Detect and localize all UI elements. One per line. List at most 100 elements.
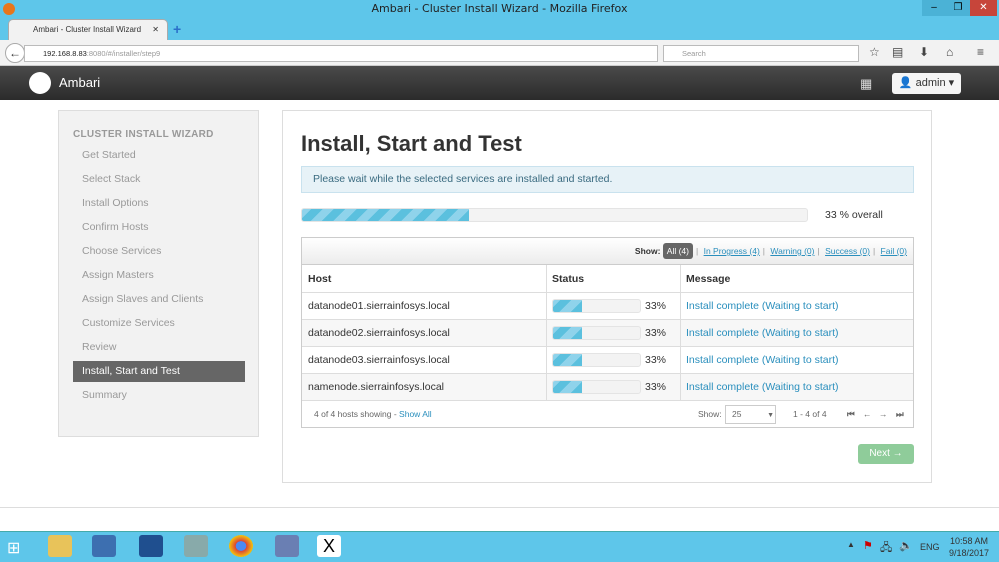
filter-success[interactable]: Success (0) [825,246,870,256]
table-header-row: Host Status Message [302,265,913,293]
clock[interactable]: 10:58 AM 9/18/2017 [946,535,992,559]
filter-all[interactable]: All (4) [662,243,693,259]
sidebar-item[interactable]: Assign Masters [73,265,245,286]
chevron-down-icon: ▼ [767,412,774,419]
next-button[interactable]: Next → [858,444,914,464]
filter-fail[interactable]: Fail (0) [881,246,907,256]
ambari-logo[interactable] [29,72,51,94]
column-divider [680,265,681,401]
url-input[interactable]: 192.168.8.83:8080/#/installer/step9 [24,45,658,62]
table-row: datanode03.sierrainfosys.local 33% Insta… [302,347,913,374]
last-page-icon[interactable]: ⏭ [896,401,904,428]
hosts-showing: 4 of 4 hosts showing - [314,409,400,419]
minimize-button[interactable]: – [922,0,946,16]
first-page-icon[interactable]: ⏮ [847,401,855,428]
window-title: Ambari - Cluster Install Wizard - Mozill… [371,2,628,15]
powershell-icon[interactable] [139,535,163,557]
host-message-link[interactable]: Install complete (Waiting to start) [686,320,839,347]
window-title-bar: Ambari - Cluster Install Wizard - Mozill… [0,0,999,18]
page-range: 1 - 4 of 4 [793,409,827,419]
chrome-icon[interactable] [229,535,253,557]
host-progress-bar [552,353,641,367]
host-progress-bar [552,380,641,394]
browser-tab[interactable]: Ambari - Cluster Install Wizard ✕ [8,19,168,41]
restore-button[interactable]: ❐ [946,0,970,16]
sidebar-item[interactable]: Assign Slaves and Clients [73,289,245,310]
sidebar-item[interactable]: Install, Start and Test [73,361,245,382]
menu-icon[interactable]: ≡ [977,45,984,59]
volume-icon[interactable]: 🔈 [899,539,913,552]
host-progress-fill [553,381,582,393]
windows-start-icon[interactable]: ⊞ [7,538,20,558]
column-message[interactable]: Message [686,265,730,293]
search-input[interactable]: Search [663,45,859,62]
host-progress-bar [552,326,641,340]
network-icon[interactable]: 🖧 [880,539,892,558]
user-icon: 👤 [898,77,913,89]
filter-in-progress[interactable]: In Progress (4) [704,246,760,256]
tray-expand-icon[interactable]: ▲ [847,540,855,549]
filter-warning[interactable]: Warning (0) [770,246,814,256]
new-tab-icon[interactable]: + [173,21,181,37]
user-name: admin [915,77,946,89]
overall-progress-bar [301,208,808,222]
table-row: datanode01.sierrainfosys.local 33% Insta… [302,293,913,320]
brand-name[interactable]: Ambari [59,75,100,90]
xming-icon[interactable]: X [317,535,341,557]
server-manager-icon[interactable] [92,535,116,557]
next-page-icon[interactable]: → [879,401,888,428]
page-title: Install, Start and Test [301,131,522,156]
table-footer: 4 of 4 hosts showing - Show All Show: 25… [302,401,913,428]
prev-page-icon[interactable]: ← [863,401,872,428]
host-message-link[interactable]: Install complete (Waiting to start) [686,293,839,320]
settings-icon[interactable] [184,535,208,557]
overall-progress-label: 33 % overall [825,209,883,221]
info-alert: Please wait while the selected services … [301,166,914,193]
host-name[interactable]: datanode01.sierrainfosys.local [308,293,450,320]
download-icon[interactable]: ⬇ [919,45,929,59]
hosts-table: Show: All (4) | In Progress (4) | Warning … [301,237,914,428]
language-indicator[interactable]: ENG [920,542,940,552]
bookmark-star-icon[interactable]: ☆ [869,45,880,59]
page-size-label: Show: [698,409,722,419]
tab-title: Ambari - Cluster Install Wizard [33,25,142,34]
user-menu-button[interactable]: 👤 admin ▾ [892,73,961,94]
host-progress-fill [553,354,582,366]
filter-label: Show: [634,246,661,256]
host-name[interactable]: datanode03.sierrainfosys.local [308,347,450,374]
home-icon[interactable]: ⌂ [946,45,953,59]
sidebar-item[interactable]: Customize Services [73,313,245,334]
filter-bar: Show: All (4) | In Progress (4) | Warning … [302,238,913,265]
main-panel: Install, Start and Test Please wait whil… [282,110,932,483]
sidebar-item[interactable]: Summary [73,385,245,406]
close-tab-icon[interactable]: ✕ [152,20,159,40]
views-grid-icon[interactable]: ▦ [860,76,872,92]
host-name[interactable]: namenode.sierrainfosys.local [308,374,444,401]
sidebar-header: CLUSTER INSTALL WIZARD [73,129,214,140]
action-center-icon[interactable]: ⚑ [863,539,873,552]
sidebar-item[interactable]: Review [73,337,245,358]
sidebar-item[interactable]: Install Options [73,193,245,214]
show-all-link[interactable]: Show All [399,409,432,419]
host-message-link[interactable]: Install complete (Waiting to start) [686,374,839,401]
column-host[interactable]: Host [308,265,331,293]
putty-icon[interactable] [275,535,299,557]
reading-list-icon[interactable]: ▤ [892,45,903,59]
file-explorer-icon[interactable] [48,535,72,557]
sidebar-item[interactable]: Choose Services [73,241,245,262]
host-progress-pct: 33% [645,381,667,393]
host-name[interactable]: datanode02.sierrainfosys.local [308,320,450,347]
host-progress-pct: 33% [645,327,667,339]
sidebar-item[interactable]: Confirm Hosts [73,217,245,238]
url-path: :8080/#/installer/step9 [86,49,161,58]
app-header [0,66,999,100]
column-status[interactable]: Status [552,265,584,293]
host-message-link[interactable]: Install complete (Waiting to start) [686,347,839,374]
wizard-sidebar: CLUSTER INSTALL WIZARD Get Started Select… [58,110,259,437]
page-size-select[interactable]: 25 ▼ [725,405,776,424]
sidebar-item[interactable]: Get Started [73,145,245,166]
sidebar-item[interactable]: Select Stack [73,169,245,190]
footer-divider [0,507,999,508]
back-icon[interactable]: ← [5,43,25,63]
close-window-button[interactable]: ✕ [970,0,997,16]
